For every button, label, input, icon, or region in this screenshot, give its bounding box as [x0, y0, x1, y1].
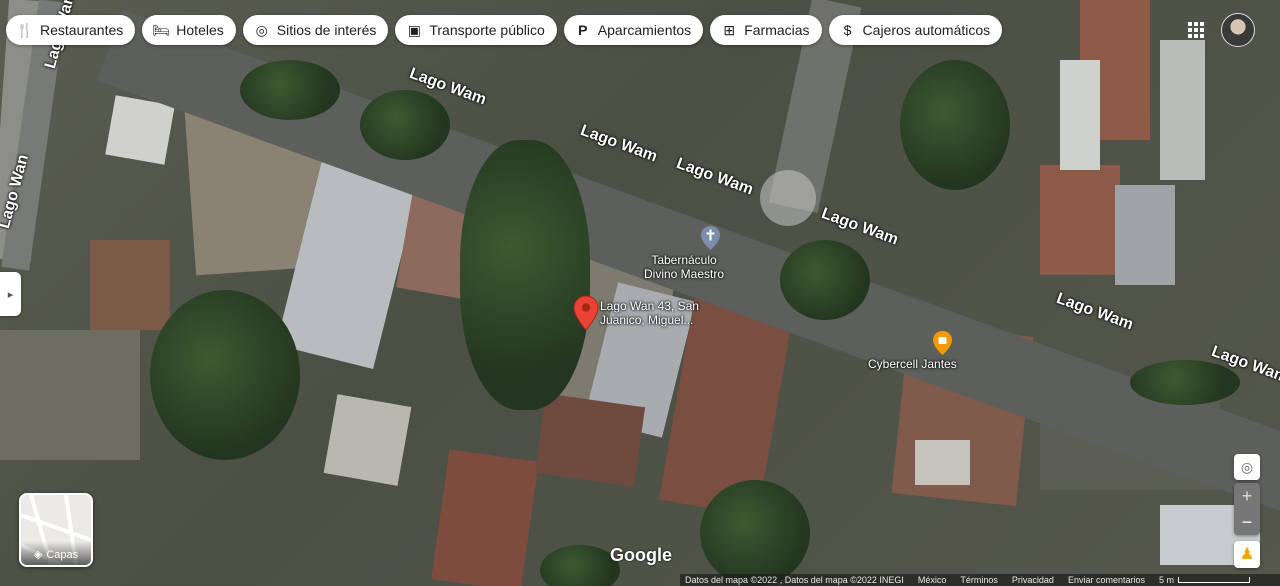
chip-attractions[interactable]: ◎ Sitios de interés [242, 15, 389, 45]
rooftop [1040, 165, 1120, 275]
chip-pharmacies[interactable]: ⊞ Farmacias [710, 15, 822, 45]
pegman-icon: ♟ [1239, 546, 1255, 563]
tree [460, 140, 590, 410]
church-label-line1: Tabernáculo [651, 253, 717, 267]
church-label-line2: Divino Maestro [644, 267, 725, 281]
my-location-button[interactable]: ◎ [1234, 454, 1260, 480]
chip-label: Aparcamientos [597, 22, 692, 38]
map-footer: Datos del mapa ©2022 , Datos del mapa ©2… [680, 574, 1280, 586]
tree [240, 60, 340, 120]
layers-label: ◈ Capas [21, 541, 91, 565]
chip-label: Cajeros automáticos [862, 22, 991, 38]
tree [360, 90, 450, 160]
privacy-link[interactable]: Privacidad [1012, 575, 1054, 585]
chip-atms[interactable]: $ Cajeros automáticos [828, 15, 1003, 45]
chip-label: Farmacias [744, 22, 810, 38]
camera-icon: ◎ [255, 21, 268, 38]
tree [150, 290, 300, 460]
zoom-controls: + − [1234, 483, 1260, 535]
shop-label[interactable]: Cybercell Jantes [868, 357, 957, 371]
pin-address-line1: Lago Wan 43, San [600, 299, 699, 313]
avatar[interactable] [1221, 13, 1255, 47]
crosshair-icon: ◎ [1240, 458, 1254, 475]
feedback-link[interactable]: Enviar comentarios [1068, 575, 1145, 585]
rooftop [1060, 60, 1100, 170]
satellite-map[interactable]: Lago Wam Lago Wam Lago Wam Lago Wam Lago… [0, 0, 1280, 586]
side-panel-toggle[interactable]: ▸ [0, 272, 21, 316]
terms-link[interactable]: Términos [960, 575, 998, 585]
layers-text: Capas [46, 549, 79, 561]
chip-label: Restaurantes [40, 22, 124, 38]
rooftop [431, 449, 539, 586]
zoom-out-button[interactable]: − [1234, 509, 1260, 535]
chip-parking[interactable]: P Aparcamientos [563, 15, 704, 45]
scale-line [1178, 577, 1251, 583]
rooftop [1160, 40, 1205, 180]
bus-icon: ▣ [407, 21, 421, 38]
chip-transit[interactable]: ▣ Transporte público [395, 15, 557, 45]
google-logo: Google [610, 545, 672, 565]
chip-hotels[interactable]: 🛏 Hoteles [142, 15, 236, 45]
zoom-in-button[interactable]: + [1234, 483, 1260, 509]
country-link[interactable]: México [918, 575, 947, 585]
layers-icon: ◈ [33, 549, 43, 561]
chip-restaurants[interactable]: 🍴 Restaurantes [6, 15, 136, 45]
rooftop [90, 240, 170, 330]
street-view-marker[interactable] [760, 170, 816, 226]
chip-label: Transporte público [429, 22, 545, 38]
church-label[interactable]: Tabernáculo Divino Maestro [644, 253, 724, 281]
rooftop [915, 440, 970, 485]
tree [780, 240, 870, 320]
rooftop [0, 330, 140, 460]
rooftop [1115, 185, 1175, 285]
pharmacy-icon: ⊞ [723, 21, 736, 38]
bed-icon: 🛏 [152, 21, 171, 38]
rooftop [105, 95, 175, 165]
tree [900, 60, 1010, 190]
location-pin-icon[interactable] [573, 295, 599, 331]
fork-knife-icon: 🍴 [16, 21, 34, 38]
atm-icon: $ [843, 22, 852, 38]
apps-grid-icon[interactable] [1186, 20, 1206, 40]
pin-address-line2: Juanico, Miguel... [600, 313, 694, 327]
chip-label: Sitios de interés [276, 22, 377, 38]
church-icon[interactable] [700, 225, 721, 251]
parking-icon: P [578, 22, 588, 38]
tree [700, 480, 810, 586]
map-data-credit: Datos del mapa ©2022 , Datos del mapa ©2… [685, 575, 904, 585]
shopping-bag-icon[interactable] [932, 330, 953, 356]
pegman-button[interactable]: ♟ [1234, 541, 1260, 568]
scale-label: 5 m [1159, 575, 1175, 585]
chevron-right-icon: ▸ [7, 288, 14, 301]
layers-button[interactable]: ◈ Capas [19, 493, 93, 567]
chip-label: Hoteles [176, 22, 224, 38]
rooftop [534, 393, 646, 487]
pin-address-label: Lago Wan 43, San Juanico, Miguel... [600, 299, 699, 327]
scale-bar[interactable]: 5 m [1159, 575, 1251, 585]
tree [1130, 360, 1240, 405]
rooftop [323, 394, 412, 486]
category-chips: 🍴 Restaurantes 🛏 Hoteles ◎ Sitios de int… [6, 15, 1003, 45]
